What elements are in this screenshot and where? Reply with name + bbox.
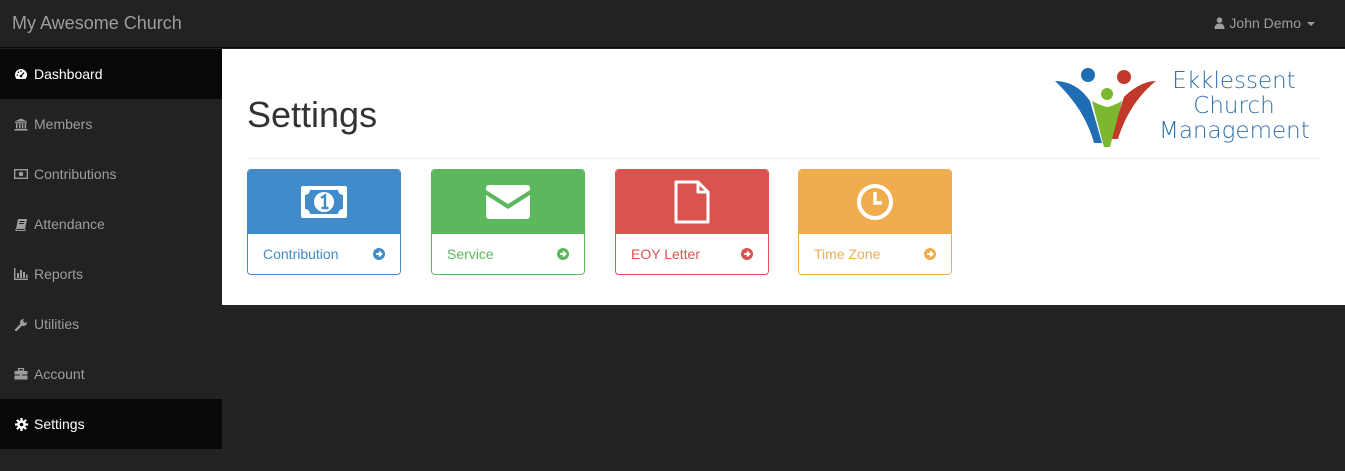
sidebar-item-label: Reports: [34, 266, 84, 282]
dashboard-icon: [14, 67, 28, 81]
tile-label: EOY Letter: [631, 246, 701, 262]
sidebar-item-dashboard[interactable]: Dashboard: [0, 49, 222, 99]
sidebar-item-label: Utilities: [34, 316, 80, 332]
user-menu-dropdown[interactable]: John Demo: [1214, 15, 1315, 31]
gear-icon: [14, 417, 28, 431]
tile-label: Service: [447, 246, 494, 262]
user-icon: [1214, 17, 1225, 29]
caret-down-icon: [1307, 22, 1315, 26]
user-name: John Demo: [1229, 15, 1301, 31]
tile-footer: Time Zone: [799, 233, 951, 274]
top-navbar: My Awesome Church John Demo: [0, 0, 1345, 48]
money-icon: [301, 185, 347, 218]
arrow-circle-right-icon: [373, 248, 385, 260]
logo-line-3: Management: [1159, 118, 1310, 144]
file-icon: [674, 180, 710, 223]
logo-text: Ekklessent Church Management: [1159, 68, 1310, 144]
tile-footer: Service: [432, 233, 584, 274]
time-zone-tile[interactable]: Time Zone: [798, 169, 952, 275]
sidebar-item-label: Settings: [34, 416, 85, 432]
page-title: Settings: [247, 94, 378, 135]
tile-header: [616, 170, 768, 233]
sidebar-item-label: Dashboard: [34, 66, 103, 82]
clock-icon: [857, 183, 893, 220]
brand-link[interactable]: My Awesome Church: [12, 12, 182, 34]
sidebar-item-utilities[interactable]: Utilities: [0, 299, 222, 349]
ekklessent-logo: Ekklessent Church Management: [1052, 61, 1312, 151]
logo-line-1: Ekklessent: [1172, 68, 1296, 94]
tile-header: [248, 170, 400, 233]
contribution-tile[interactable]: Contribution: [247, 169, 401, 275]
sidebar: Dashboard Members Contributions Attendan…: [0, 49, 222, 471]
wrench-icon: [14, 317, 28, 331]
main-content: Settings Ekklessent Church Management Co…: [222, 49, 1345, 305]
sidebar-item-settings[interactable]: Settings: [0, 399, 222, 449]
tile-header: [432, 170, 584, 233]
logo-figures-icon: [1055, 68, 1156, 147]
briefcase-icon: [14, 367, 28, 381]
sidebar-item-label: Members: [34, 116, 93, 132]
envelope-icon: [486, 184, 530, 219]
bar-chart-icon: [14, 267, 28, 281]
sidebar-item-label: Attendance: [34, 216, 105, 232]
book-icon: [14, 217, 28, 231]
arrow-circle-right-icon: [741, 248, 753, 260]
sidebar-item-contributions[interactable]: Contributions: [0, 149, 222, 199]
arrow-circle-right-icon: [557, 248, 569, 260]
sidebar-item-attendance[interactable]: Attendance: [0, 199, 222, 249]
eoy-letter-tile[interactable]: EOY Letter: [615, 169, 769, 275]
sidebar-item-label: Account: [34, 366, 85, 382]
arrow-circle-right-icon: [924, 248, 936, 260]
tile-label: Contribution: [263, 246, 339, 262]
bank-icon: [14, 117, 28, 131]
tile-footer: EOY Letter: [616, 233, 768, 274]
sidebar-item-label: Contributions: [34, 166, 117, 182]
tile-label: Time Zone: [814, 246, 881, 262]
title-divider: [247, 158, 1320, 159]
sidebar-item-account[interactable]: Account: [0, 349, 222, 399]
tile-footer: Contribution: [248, 233, 400, 274]
sidebar-item-members[interactable]: Members: [0, 99, 222, 149]
logo-line-2: Church: [1193, 93, 1275, 119]
service-tile[interactable]: Service: [431, 169, 585, 275]
sidebar-item-reports[interactable]: Reports: [0, 249, 222, 299]
tile-header: [799, 170, 951, 233]
money-icon: [14, 167, 28, 181]
